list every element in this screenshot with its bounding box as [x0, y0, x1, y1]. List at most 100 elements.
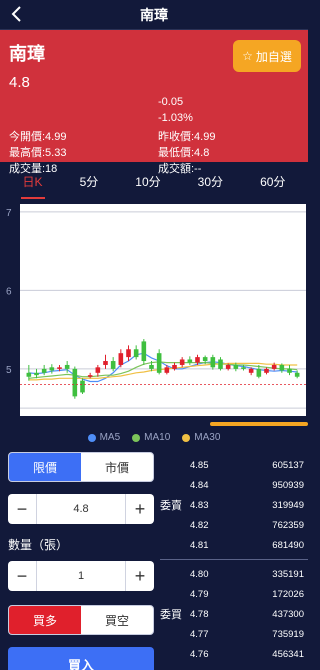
price-type-toggle: 限價 市價: [8, 452, 154, 482]
order-book: 4.85 605137 4.84 950939 委賣 4.83 319949 4.82 7623…: [160, 455, 308, 664]
candle-body: [133, 349, 139, 358]
bid-price: 4.77: [190, 628, 209, 640]
buy-short-option[interactable]: 買空: [81, 606, 153, 634]
tab-0[interactable]: 日K: [17, 169, 49, 199]
bid-volume: 172026: [272, 588, 304, 600]
ask-row[interactable]: 4.85 605137: [160, 455, 308, 475]
bid-volume: 735919: [272, 628, 304, 640]
legend-label: MA10: [144, 432, 171, 443]
candle-body: [179, 359, 185, 365]
bid-price: 4.79: [190, 588, 209, 600]
price-input[interactable]: 4.8: [36, 494, 126, 524]
add-watchlist-label: 加自選: [255, 49, 292, 64]
tab-3[interactable]: 30分: [192, 169, 229, 194]
chart-scroll-bar: [210, 422, 308, 426]
legend-dot: [87, 433, 96, 442]
bid-row[interactable]: 4.77 735919: [160, 624, 308, 644]
buy-long-option[interactable]: 買多: [9, 606, 81, 634]
candle-body: [279, 364, 285, 371]
kline-svg: 7 6 5: [6, 204, 308, 426]
candle-body: [248, 368, 254, 373]
ask-price: 4.84: [190, 479, 209, 491]
candle-body: [172, 364, 177, 369]
candle-body: [202, 357, 208, 362]
tab-1[interactable]: 5分: [74, 169, 105, 194]
tab-2[interactable]: 10分: [129, 169, 166, 194]
ask-row[interactable]: 委賣 4.83 319949: [160, 495, 308, 515]
ask-volume: 605137: [272, 459, 304, 471]
limit-price-option[interactable]: 限價: [9, 453, 81, 481]
candle-body: [110, 361, 116, 369]
ask-row[interactable]: 4.82 762359: [160, 515, 308, 535]
candle-body: [34, 372, 39, 376]
candle-body: [233, 364, 239, 369]
plot-area: [20, 204, 306, 416]
candle-body: [187, 359, 193, 363]
quote-panel: 南璋 4.8 -0.05 -1.03% 今開價:4.99 昨收價:4.99 最高…: [0, 30, 308, 175]
ask-price: 4.83: [190, 499, 209, 511]
bid-price: 4.78: [190, 608, 209, 620]
y-tick-label: 6: [6, 286, 12, 297]
qty-minus-button[interactable]: −: [8, 561, 36, 591]
side-toggle: 買多 買空: [8, 605, 154, 635]
bid-volume: 456341: [272, 648, 304, 660]
candle-body: [41, 368, 47, 373]
y-tick-label: 5: [6, 365, 12, 376]
ask-volume: 950939: [272, 479, 304, 491]
bid-row[interactable]: 4.76 456341: [160, 644, 308, 664]
price-stepper: − 4.8 +: [8, 494, 154, 524]
title-bar: 南璋: [0, 0, 308, 30]
high-price: 最高價:5.33: [9, 147, 67, 159]
ask-volume: 319949: [272, 499, 304, 511]
market-price-option[interactable]: 市價: [81, 453, 153, 481]
add-watchlist-button[interactable]: ☆ 加自選: [233, 40, 301, 72]
candle-body: [264, 368, 269, 373]
ask-price: 4.82: [190, 519, 209, 531]
price-minus-button[interactable]: −: [8, 494, 36, 524]
candle-body: [103, 361, 108, 365]
order-panel: 限價 市價 − 4.8 + 數量（張） − 1 + 買多 買空 買入: [8, 452, 154, 670]
bid-row[interactable]: 4.79 172026: [160, 584, 308, 604]
back-icon[interactable]: [8, 4, 28, 24]
bid-price: 4.76: [190, 648, 209, 660]
tab-4[interactable]: 60分: [254, 169, 291, 194]
ask-side-label: 委賣: [160, 500, 182, 512]
ask-price: 4.85: [190, 459, 209, 471]
qty-plus-button[interactable]: +: [126, 561, 154, 591]
candle-body: [294, 372, 300, 377]
ask-row[interactable]: 4.84 950939: [160, 475, 308, 495]
prev-close: 昨收價:4.99: [158, 131, 216, 143]
candle-body: [156, 353, 162, 373]
bid-row[interactable]: 委買 4.78 437300: [160, 604, 308, 624]
book-divider: [160, 559, 308, 560]
legend-item-ma30: MA30: [182, 432, 220, 443]
quantity-input[interactable]: 1: [36, 561, 126, 591]
candle-body: [141, 341, 147, 362]
open-price: 今開價:4.99: [9, 131, 67, 143]
candle-body: [218, 359, 223, 369]
legend-dot: [182, 433, 191, 442]
buy-button[interactable]: 買入: [8, 647, 154, 670]
candle-body: [164, 367, 170, 373]
candle-body: [72, 368, 78, 397]
bid-row[interactable]: 4.80 335191: [160, 564, 308, 584]
candle-body: [195, 357, 200, 363]
legend-label: MA5: [99, 432, 121, 443]
y-tick-label: 7: [6, 208, 12, 219]
low-price: 最低價:4.8: [158, 147, 210, 159]
ask-row[interactable]: 4.81 681490: [160, 535, 308, 555]
candle-body: [287, 368, 292, 373]
candle-body: [118, 353, 124, 365]
page-title: 南璋: [140, 6, 168, 23]
kline-chart: 7 6 5: [0, 198, 308, 430]
candle-body: [225, 364, 231, 369]
ask-volume: 762359: [272, 519, 304, 531]
price-plus-button[interactable]: +: [126, 494, 154, 524]
bid-volume: 335191: [272, 568, 304, 580]
bid-volume: 437300: [272, 608, 304, 620]
candle-body: [210, 357, 216, 368]
bid-side-label: 委買: [160, 609, 182, 621]
star-icon: ☆: [242, 49, 253, 63]
candle-body: [95, 367, 101, 373]
candle-body: [256, 368, 262, 377]
